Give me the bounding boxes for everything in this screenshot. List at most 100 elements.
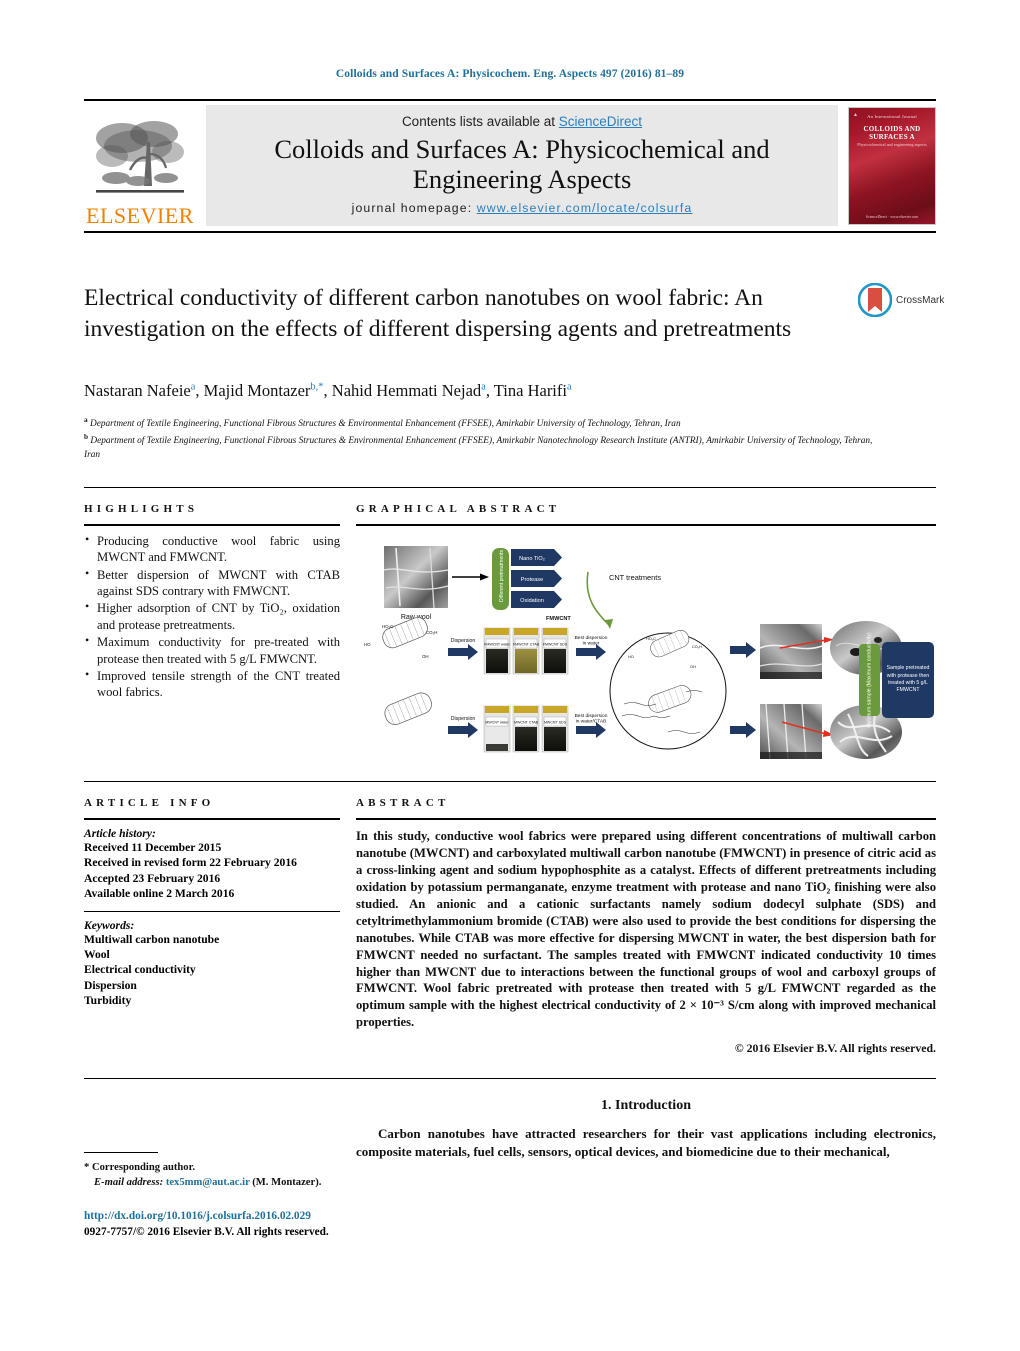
list-item: Improved tensile strength of the CNT tre… <box>84 667 340 701</box>
list-item: Higher adsorption of CNT by TiO₂, oxidat… <box>84 599 340 633</box>
keyword-item: Turbidity <box>84 994 132 1008</box>
vial-group-mwcnt: MWCNT water MWCNT CTAB MWCNT SDS <box>483 705 569 753</box>
svg-text:HO: HO <box>364 642 371 647</box>
article-history-item: Received 11 December 2015 <box>84 841 222 854</box>
graphical-abstract-rule <box>356 524 936 526</box>
keyword-item: Multiwall carbon nanotube <box>84 932 220 946</box>
author-list: Nastaran Nafeiea, Majid Montazerb,*, Nah… <box>84 381 572 400</box>
affiliations: a Department of Textile Engineering, Fun… <box>84 415 874 463</box>
article-history-item: Accepted 23 February 2016 <box>84 871 221 885</box>
list-item: Producing conductive wool fabric using M… <box>84 532 340 566</box>
keywords-label: Keywords: <box>84 918 135 932</box>
cover-title: COLLOIDS AND SURFACES A <box>863 125 921 142</box>
optimum-sample-bar-label: Optimum sample (Maximum conductivity) <box>866 632 873 728</box>
affiliation-a-text: Department of Textile Engineering, Funct… <box>89 419 681 430</box>
journal-title-line1: Colloids and Surfaces A: Physicochemical… <box>274 133 770 164</box>
highlights-heading: HIGHLIGHTS <box>84 503 199 515</box>
introduction-heading: 1. Introduction <box>601 1098 691 1113</box>
corresponding-label: Corresponding author. <box>91 1162 195 1173</box>
svg-text:FMWCNT CTAB: FMWCNT CTAB <box>513 643 540 647</box>
keyword-item: Dispersion <box>84 978 137 992</box>
doi-block: http://dx.doi.org/10.1016/j.colsurfa.201… <box>84 1209 484 1241</box>
article-info-section: ARTICLE INFO Article history: Received 1… <box>84 797 340 1009</box>
journal-cover-thumbnail: ▲ An International Journal COLLOIDS AND … <box>848 107 936 225</box>
graphical-abstract-diagram: Raw wool Different pretreatments Nano Ti… <box>364 546 928 760</box>
svg-text:HO₂C: HO₂C <box>646 637 656 641</box>
title-block: Electrical conductivity of different car… <box>84 283 844 345</box>
article-title: Electrical conductivity of different car… <box>84 285 792 342</box>
graphical-abstract-section: GRAPHICAL ABSTRACT Different pretreatmen… <box>356 503 936 791</box>
article-history-block: Article history: Received 11 December 20… <box>84 827 340 902</box>
raw-wool-image <box>383 546 449 609</box>
article-info-heading: ARTICLE INFO <box>84 797 215 809</box>
running-head: Colloids and Surfaces A: Physicochem. En… <box>335 68 685 80</box>
email-owner: (M. Montazer). <box>252 1177 322 1189</box>
optimum-sample-bar: Optimum sample (Maximum conductivity) <box>859 632 880 728</box>
svg-text:FMWCNT water: FMWCNT water <box>484 643 510 647</box>
svg-text:HO: HO <box>628 655 634 659</box>
svg-text:Dispersion: Dispersion <box>451 716 476 722</box>
email-label: E-mail address: <box>94 1177 164 1189</box>
elsevier-tree-icon <box>92 116 188 204</box>
crossmark-icon <box>857 282 893 318</box>
interaction-circle-schematic: HO₂C HO CO₂H OH <box>609 629 727 750</box>
affiliation-b-text: Department of Textile Engineering, Funct… <box>84 436 873 461</box>
article-info-rule <box>84 818 340 820</box>
crossmark-badge[interactable]: CrossMark <box>857 282 958 318</box>
corresponding-author-line: * Corresponding author. <box>84 1160 354 1175</box>
cnt-treatments-label: CNT treatments <box>609 573 661 582</box>
article-history-item: Available online 2 March 2016 <box>84 887 235 901</box>
optimum-sample-box-label: Sample pretreated with protease then tre… <box>886 665 930 694</box>
svg-text:MWCNT CTAB: MWCNT CTAB <box>514 721 539 725</box>
dispersion-arrow-1: Dispersion <box>448 638 478 660</box>
svg-text:FMWCNT SDS: FMWCNT SDS <box>543 643 568 647</box>
svg-text:Oxidation: Oxidation <box>520 598 544 604</box>
email-line: E-mail address: tex5mm@aut.ac.ir (M. Mon… <box>84 1175 354 1190</box>
divider-above-abstract <box>84 781 936 782</box>
journal-band: Contents lists available at ScienceDirec… <box>206 105 838 226</box>
affiliation-b: b Department of Textile Engineering, Fun… <box>84 432 873 461</box>
cover-top-line: An International Journal <box>867 114 917 119</box>
journal-title-line2: Engineering Aspects <box>412 163 632 194</box>
journal-masthead: ELSEVIER Contents lists available at Sci… <box>84 99 936 233</box>
svg-text:Dispersion: Dispersion <box>451 638 476 644</box>
crossmark-label: CrossMark <box>896 294 945 306</box>
journal-title: Colloids and Surfaces A: Physicochemical… <box>274 133 770 194</box>
highlights-rule <box>84 524 340 526</box>
article-history-label: Article history: <box>84 827 156 840</box>
corresponding-author-footnote: * Corresponding author. E-mail address: … <box>84 1152 354 1190</box>
sem-image-fiber-top <box>759 624 823 679</box>
svg-text:OH: OH <box>422 654 429 659</box>
arrow-raw-to-pretreat <box>452 573 489 581</box>
journal-homepage-link[interactable]: www.elsevier.com/locate/colsurfa <box>477 201 693 215</box>
graphical-abstract-figure: Raw wool Different pretreatments Nano Ti… <box>356 536 936 791</box>
cover-subtitle: Physicochemical and engineering aspects <box>857 142 927 147</box>
contents-available-line: Contents lists available at ScienceDirec… <box>402 114 642 129</box>
affiliation-a: a Department of Textile Engineering, Fun… <box>84 415 681 430</box>
divider-above-highlights <box>84 487 936 488</box>
introduction-paragraph: Carbon nanotubes have attracted research… <box>356 1126 936 1159</box>
introduction-section: 1. Introduction Carbon nanotubes have at… <box>356 1098 936 1161</box>
email-link[interactable]: tex5mm@aut.ac.ir <box>166 1177 250 1188</box>
sciencedirect-link[interactable]: ScienceDirect <box>559 114 642 129</box>
highlights-section: HIGHLIGHTS Producing conductive wool fab… <box>84 503 340 702</box>
keywords-block: Keywords: Multiwall carbon nanotube Wool… <box>84 919 340 1009</box>
corresponding-marker: * <box>84 1162 90 1173</box>
svg-text:Protease: Protease <box>521 577 543 583</box>
abstract-rule <box>356 818 936 820</box>
doi-link[interactable]: http://dx.doi.org/10.1016/j.colsurfa.201… <box>84 1210 311 1222</box>
svg-text:in water/CTAB: in water/CTAB <box>576 719 607 725</box>
best-dispersion-arrow-2: Best dispersion in water/CTAB <box>575 713 608 738</box>
optimum-sample-box: Sample pretreated with protease then tre… <box>882 642 934 718</box>
svg-text:MWCNT water: MWCNT water <box>485 721 509 725</box>
journal-homepage-line: journal homepage: www.elsevier.com/locat… <box>352 201 693 215</box>
svg-text:CO₂H: CO₂H <box>426 630 437 635</box>
divider-above-introduction <box>84 1078 936 1079</box>
svg-text:OH: OH <box>690 665 696 669</box>
highlights-list: Producing conductive wool fabric using M… <box>84 532 340 701</box>
footnote-rule <box>84 1152 158 1153</box>
dispersion-arrow-2: Dispersion <box>448 716 478 738</box>
pretreatment-arrows: Nano TiO₂ Protease Oxidation <box>511 549 562 608</box>
svg-text:Best dispersion: Best dispersion <box>575 713 608 719</box>
keywords-divider <box>84 910 340 912</box>
